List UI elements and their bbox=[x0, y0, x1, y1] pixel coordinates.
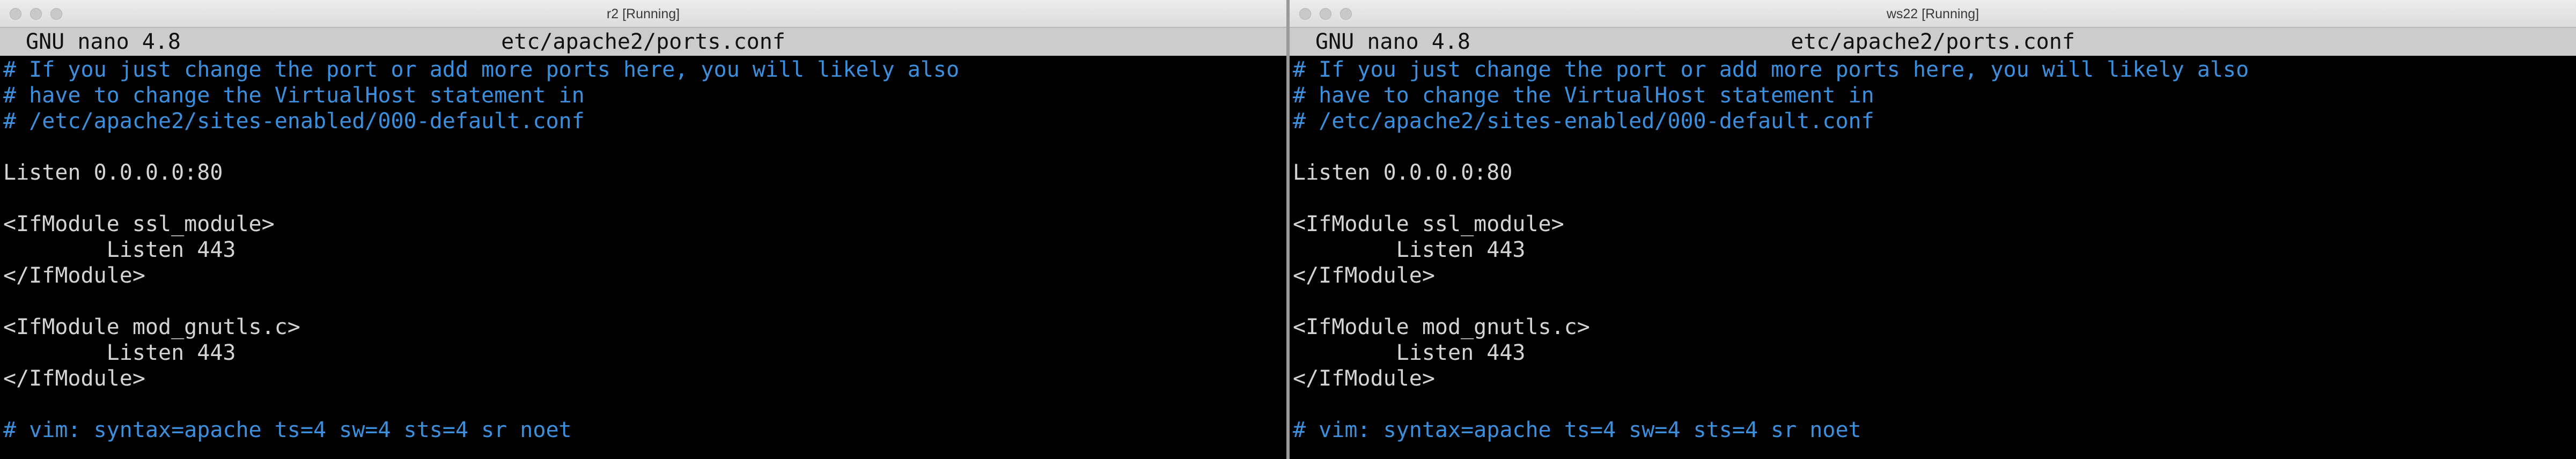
nano-filename-label: etc/apache2/ports.conf bbox=[501, 29, 785, 54]
config-line: Listen 443 bbox=[3, 340, 236, 365]
comment-line: # If you just change the port or add mor… bbox=[1293, 57, 2249, 82]
comment-line: # have to change the VirtualHost stateme… bbox=[3, 83, 585, 108]
config-line: <IfModule ssl_module> bbox=[1293, 212, 1564, 236]
comment-line: # vim: syntax=apache ts=4 sw=4 sts=4 sr … bbox=[1293, 418, 1861, 442]
window-titlebar[interactable]: r2 [Running] bbox=[0, 0, 1286, 28]
nano-header-bar: GNU nano 4.8 etc/apache2/ports.conf bbox=[0, 28, 1286, 56]
config-line: <IfModule mod_gnutls.c> bbox=[1293, 315, 1590, 339]
comment-line: # /etc/apache2/sites-enabled/000-default… bbox=[3, 109, 585, 134]
nano-filename-label: etc/apache2/ports.conf bbox=[1791, 29, 2075, 54]
config-line bbox=[1290, 134, 2576, 160]
config-line: Listen 0.0.0.0:80 bbox=[3, 160, 223, 185]
comment-line: # /etc/apache2/sites-enabled/000-default… bbox=[1293, 109, 1874, 134]
comment-line: # have to change the VirtualHost stateme… bbox=[1293, 83, 1874, 108]
vm-window-r2[interactable]: r2 [Running] GNU nano 4.8 etc/apache2/po… bbox=[0, 0, 1286, 459]
config-line bbox=[1290, 288, 2576, 314]
window-title: r2 [Running] bbox=[606, 6, 680, 21]
config-line bbox=[0, 186, 1286, 211]
config-line bbox=[0, 134, 1286, 160]
window-title: ws22 [Running] bbox=[1886, 6, 1979, 21]
terminal-text-area[interactable]: # If you just change the port or add mor… bbox=[0, 56, 1286, 443]
config-line bbox=[0, 288, 1286, 314]
comment-line: # vim: syntax=apache ts=4 sw=4 sts=4 sr … bbox=[3, 418, 572, 442]
window-titlebar[interactable]: ws22 [Running] bbox=[1290, 0, 2576, 28]
nano-header-bar: GNU nano 4.8 etc/apache2/ports.conf bbox=[1290, 28, 2576, 56]
config-line: </IfModule> bbox=[1293, 263, 1435, 288]
vm-window-ws22[interactable]: ws22 [Running] GNU nano 4.8 etc/apache2/… bbox=[1290, 0, 2576, 459]
config-line bbox=[1290, 391, 2576, 417]
config-line: <IfModule ssl_module> bbox=[3, 212, 275, 236]
config-line: </IfModule> bbox=[3, 263, 145, 288]
config-line: </IfModule> bbox=[3, 366, 145, 391]
config-line: Listen 443 bbox=[1293, 340, 1526, 365]
config-line bbox=[0, 391, 1286, 417]
config-line: Listen 443 bbox=[1293, 238, 1526, 262]
config-line: <IfModule mod_gnutls.c> bbox=[3, 315, 300, 339]
config-line: Listen 443 bbox=[3, 238, 236, 262]
terminal-text-area[interactable]: # If you just change the port or add mor… bbox=[1290, 56, 2576, 443]
config-line: Listen 0.0.0.0:80 bbox=[1293, 160, 1513, 185]
comment-line: # If you just change the port or add mor… bbox=[3, 57, 960, 82]
config-line bbox=[1290, 186, 2576, 211]
config-line: </IfModule> bbox=[1293, 366, 1435, 391]
